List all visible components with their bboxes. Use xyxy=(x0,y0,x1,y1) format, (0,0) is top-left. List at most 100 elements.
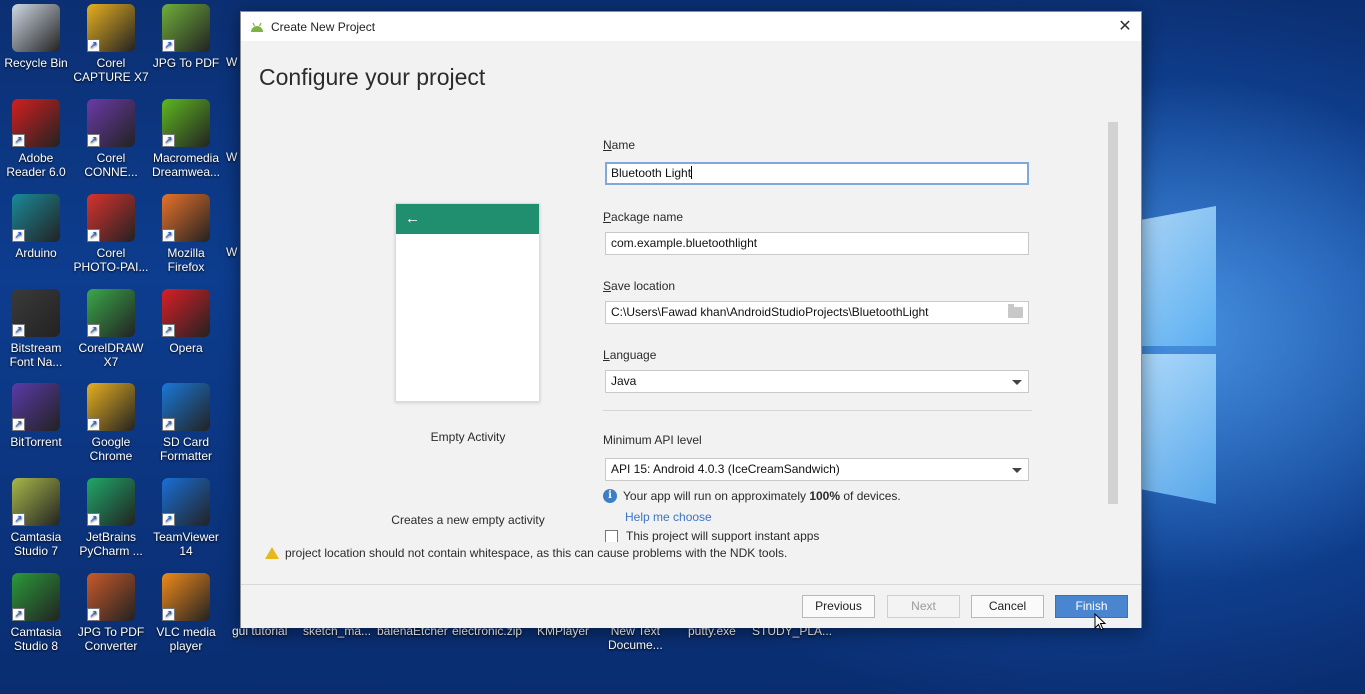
min-api-select[interactable]: API 15: Android 4.0.3 (IceCreamSandwich) xyxy=(605,458,1029,481)
desktop-file-label[interactable]: New Text Docume... xyxy=(608,624,663,652)
desktop-icon[interactable]: ↗ CorelDRAW X7 xyxy=(73,289,149,369)
language-label: Language xyxy=(603,348,656,362)
save-location-label-text: Save location xyxy=(603,279,676,293)
help-me-choose-link[interactable]: Help me choose xyxy=(625,510,712,524)
desktop-icon-label: JPG To PDF Converter xyxy=(77,625,145,653)
package-name-value: com.example.bluetoothlight xyxy=(611,236,758,250)
recycle-bin-icon xyxy=(12,4,60,52)
page-title: Configure your project xyxy=(259,64,486,90)
desktop-icon[interactable]: ↗ Camtasia Studio 8 xyxy=(0,573,74,653)
shortcut-arrow-icon: ↗ xyxy=(162,134,175,147)
desktop-icon[interactable]: ↗ Corel PHOTO-PAI... xyxy=(73,194,149,274)
dreamweaver-icon: ↗ xyxy=(162,99,210,147)
corel-capture-icon: ↗ xyxy=(87,4,135,52)
desktop-icon[interactable]: ↗ Corel CONNE... xyxy=(73,99,149,179)
firefox-icon: ↗ xyxy=(162,194,210,242)
desktop-icon[interactable]: ↗ Bitstream Font Na... xyxy=(0,289,74,369)
cancel-button[interactable]: Cancel xyxy=(971,595,1044,618)
desktop-icon[interactable]: ↗ Mozilla Firefox xyxy=(148,194,224,274)
shortcut-arrow-icon: ↗ xyxy=(162,608,175,621)
language-value: Java xyxy=(611,374,637,388)
desktop-icon-label: SD Card Formatter xyxy=(159,435,212,463)
save-location-label: Save location xyxy=(603,279,675,293)
desktop-icon[interactable]: ↗ Macromedia Dreamwea... xyxy=(148,99,224,179)
instant-apps-checkbox[interactable] xyxy=(605,530,618,542)
info-percent: 100% xyxy=(809,489,841,503)
shortcut-arrow-icon: ↗ xyxy=(87,229,100,242)
divider xyxy=(603,410,1032,411)
desktop-icon-label: JetBrains PyCharm ... xyxy=(79,530,143,558)
text-caret xyxy=(691,166,693,179)
activity-description: Creates a new empty activity xyxy=(391,513,545,527)
adobe-reader-icon: ↗ xyxy=(12,99,60,147)
arduino-icon: ↗ xyxy=(12,194,60,242)
desktop-icon-label: TeamViewer 14 xyxy=(153,530,219,558)
desktop-icon[interactable]: ↗ Corel CAPTURE X7 xyxy=(73,4,149,84)
back-arrow-icon: ← xyxy=(405,210,420,227)
shortcut-arrow-icon: ↗ xyxy=(87,513,100,526)
dialog-titlebar: Create New Project ✕ xyxy=(241,12,1141,41)
info-prefix: Your app will run on approximately xyxy=(623,489,810,503)
desktop-icon[interactable]: ↗ JPG To PDF xyxy=(148,4,224,70)
desktop-icon-partial: W xyxy=(226,55,238,69)
desktop-icon[interactable]: ↗ Arduino xyxy=(0,194,74,260)
desktop-icon[interactable]: ↗ JPG To PDF Converter xyxy=(73,573,149,653)
desktop-icon[interactable]: ↗ Camtasia Studio 7 xyxy=(0,478,74,558)
info-icon: i xyxy=(603,489,617,503)
desktop-icon-label: Macromedia Dreamwea... xyxy=(151,151,221,179)
finish-button[interactable]: Finish xyxy=(1055,595,1128,618)
api-info: i Your app will run on approximately 100… xyxy=(603,489,901,503)
shortcut-arrow-icon: ↗ xyxy=(87,324,100,337)
desktop-icon[interactable]: ↗ VLC media player xyxy=(148,573,224,653)
shortcut-arrow-icon: ↗ xyxy=(87,39,100,52)
next-button[interactable]: Next xyxy=(887,595,960,618)
chevron-down-icon xyxy=(1012,380,1022,385)
desktop-icon-label: Bitstream Font Na... xyxy=(9,341,63,369)
camtasia-7-icon: ↗ xyxy=(12,478,60,526)
folder-icon[interactable] xyxy=(1008,304,1023,318)
shortcut-arrow-icon: ↗ xyxy=(87,418,100,431)
shortcut-arrow-icon: ↗ xyxy=(162,39,175,52)
shortcut-arrow-icon: ↗ xyxy=(87,134,100,147)
android-studio-icon xyxy=(249,21,265,33)
package-name-field[interactable]: com.example.bluetoothlight xyxy=(605,232,1029,255)
language-label-text: Language xyxy=(603,348,657,362)
shortcut-arrow-icon: ↗ xyxy=(87,608,100,621)
scrollbar[interactable] xyxy=(1108,122,1118,504)
desktop-icon-label: Corel CAPTURE X7 xyxy=(73,56,149,84)
chrome-icon: ↗ xyxy=(87,383,135,431)
save-location-field[interactable]: C:\Users\Fawad khan\AndroidStudioProject… xyxy=(605,301,1029,324)
previous-button[interactable]: Previous xyxy=(802,595,875,618)
desktop-icon-label: BitTorrent xyxy=(10,435,62,449)
shortcut-arrow-icon: ↗ xyxy=(12,229,25,242)
name-field[interactable]: Bluetooth Light xyxy=(605,162,1029,185)
package-name-label-text: Package name xyxy=(603,210,684,224)
whitespace-warning: project location should not contain whit… xyxy=(265,546,787,560)
instant-apps-label: This project will support instant apps xyxy=(626,530,820,542)
desktop-icon[interactable]: ↗ Opera xyxy=(148,289,224,355)
language-select[interactable]: Java xyxy=(605,370,1029,393)
desktop-icon-label: Opera xyxy=(169,341,203,355)
mouse-pointer-icon xyxy=(1094,613,1106,631)
pycharm-icon: ↗ xyxy=(87,478,135,526)
name-label-text: Name xyxy=(603,138,636,152)
close-icon[interactable]: ✕ xyxy=(1109,12,1141,41)
desktop-icon[interactable]: ↗ Adobe Reader 6.0 xyxy=(0,99,74,179)
warning-icon xyxy=(265,547,279,559)
sd-card-icon: ↗ xyxy=(162,383,210,431)
desktop-icon[interactable]: ↗ Google Chrome xyxy=(73,383,149,463)
desktop-icon[interactable]: ↗ SD Card Formatter xyxy=(148,383,224,463)
min-api-label: Minimum API level xyxy=(603,433,702,447)
bitstream-font-icon: ↗ xyxy=(12,289,60,337)
warning-text: project location should not contain whit… xyxy=(285,546,788,560)
jpg-pdf-converter-icon: ↗ xyxy=(87,573,135,621)
desktop-icon[interactable]: ↗ JetBrains PyCharm ... xyxy=(73,478,149,558)
jpg-to-pdf-icon: ↗ xyxy=(162,4,210,52)
instant-apps-option[interactable]: This project will support instant apps xyxy=(605,530,819,542)
desktop-icon[interactable]: Recycle Bin xyxy=(0,4,74,70)
desktop-icon[interactable]: ↗ TeamViewer 14 xyxy=(148,478,224,558)
shortcut-arrow-icon: ↗ xyxy=(12,418,25,431)
desktop-icon-label: Corel PHOTO-PAI... xyxy=(73,246,149,274)
dialog-content: ← Empty Activity Creates a new empty act… xyxy=(241,100,1141,582)
desktop-icon[interactable]: ↗ BitTorrent xyxy=(0,383,74,449)
